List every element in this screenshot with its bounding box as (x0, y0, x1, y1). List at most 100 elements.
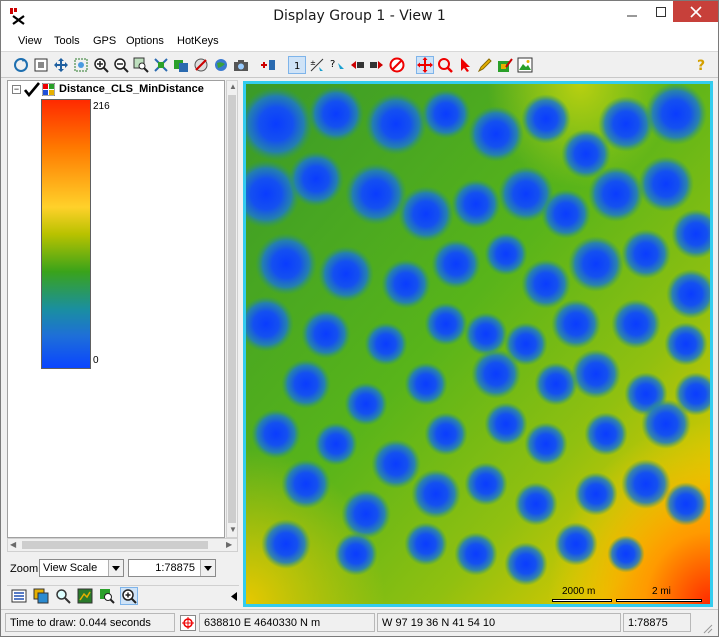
imperial-scale-bar: 2 mi (616, 586, 702, 602)
collapse-toggle[interactable]: − (12, 85, 21, 94)
pan-button[interactable] (52, 56, 70, 74)
proximity-spot (598, 96, 654, 152)
proximity-spot (521, 259, 571, 309)
map-icon (77, 588, 93, 604)
proximity-spot (431, 239, 481, 289)
scale-select[interactable]: 1:78875 (128, 559, 216, 577)
proximity-spot (664, 482, 708, 526)
proximity-spot (308, 86, 364, 142)
maximize-button[interactable] (647, 1, 675, 23)
minimize-button[interactable] (618, 1, 646, 23)
pointer-tool-button[interactable] (456, 56, 474, 74)
redraw-button[interactable] (12, 56, 30, 74)
back-arrow-icon (351, 61, 364, 69)
zoom-extent-icon (74, 58, 88, 72)
proximity-spot (484, 232, 528, 276)
locate-icon (194, 58, 208, 72)
image-tool-button[interactable] (516, 56, 534, 74)
map-view[interactable]: 2000 m 2 mi (243, 81, 713, 607)
menu-options[interactable]: Options (126, 35, 164, 47)
zoom-out-button[interactable] (112, 56, 130, 74)
layer-name[interactable]: Distance_CLS_MinDistance (59, 83, 204, 95)
scroll-up-icon[interactable]: ▲ (229, 82, 237, 91)
scroll-thumb[interactable] (228, 95, 236, 523)
find-button[interactable] (54, 587, 72, 605)
layer-controls-button[interactable] (32, 587, 50, 605)
globe-icon (215, 59, 227, 71)
maximize-icon (656, 7, 666, 17)
add-layer-button[interactable] (259, 56, 277, 74)
proximity-spot (621, 459, 671, 509)
menu-hotkeys[interactable]: HotKeys (177, 35, 219, 47)
menu-tools[interactable]: Tools (54, 35, 80, 47)
zoom-box-button[interactable] (132, 56, 150, 74)
stop-button[interactable] (388, 56, 406, 74)
forward-arrow-icon (370, 61, 383, 69)
back-button[interactable] (348, 56, 366, 74)
full-view-button[interactable] (32, 56, 50, 74)
scroll-down-icon[interactable]: ▼ (229, 525, 237, 534)
proximity-spot (318, 246, 374, 302)
globe-button[interactable] (212, 56, 230, 74)
legend-panel: − Distance_CLS_MinDistance 216 0 (7, 80, 225, 538)
proximity-spot (341, 489, 391, 539)
position-button[interactable] (180, 615, 196, 631)
proximity-spot (468, 106, 524, 162)
sketch-tool-button[interactable] (476, 56, 494, 74)
zoom-layer-button[interactable] (152, 56, 170, 74)
layers-icon (33, 588, 49, 604)
layer-visibility-check-icon[interactable] (24, 82, 40, 97)
proximity-spot (571, 349, 621, 399)
chevron-down-icon[interactable] (108, 560, 123, 576)
collapse-panel-button[interactable] (229, 587, 239, 605)
zoom-in-button[interactable] (92, 56, 110, 74)
snapshot-button[interactable] (232, 56, 250, 74)
edit-tool-button[interactable] (496, 56, 514, 74)
menu-view[interactable]: View (18, 35, 42, 47)
proximity-spot (251, 409, 301, 459)
proximity-spot (381, 259, 431, 309)
close-button[interactable] (673, 1, 718, 22)
zoom-to-layer-button[interactable] (98, 587, 116, 605)
zoom-extent-button[interactable] (72, 56, 90, 74)
distance-raster[interactable] (246, 84, 710, 604)
proximity-spot (534, 362, 578, 406)
legend-vertical-scrollbar[interactable]: ▲ ▼ (226, 80, 238, 538)
select-layer-button[interactable]: 1 (288, 56, 306, 74)
scale-value: 1:78875 (155, 562, 195, 574)
imperial-scale-label: 2 mi (652, 586, 671, 597)
query-button[interactable]: ? (328, 56, 346, 74)
zoom-label: Zoom (10, 563, 39, 575)
proximity-spot (471, 349, 521, 399)
hscroll-thumb[interactable] (22, 541, 208, 549)
utm-coordinates: 638810 E 4640330 N m (199, 613, 375, 632)
chevron-down-icon[interactable] (200, 560, 215, 576)
proximity-spot (484, 402, 528, 446)
resize-grip-icon[interactable] (701, 622, 713, 634)
scroll-right-icon[interactable]: ▶ (226, 540, 232, 549)
move-cross-icon (417, 57, 433, 73)
proximity-spot (424, 412, 468, 456)
forward-button[interactable] (368, 56, 386, 74)
measure-button[interactable]: ± (308, 56, 326, 74)
proximity-spot (454, 532, 498, 576)
proximity-spot (641, 399, 691, 449)
zoom-selected-button[interactable] (120, 587, 138, 605)
window-title: Display Group 1 - View 1 (273, 8, 446, 24)
locate-button[interactable] (192, 56, 210, 74)
map-layout-button[interactable] (76, 587, 94, 605)
svg-text:?: ? (697, 58, 705, 73)
help-button[interactable]: ? (693, 56, 711, 74)
zoom-tool-button[interactable] (436, 56, 454, 74)
pan-tool-button[interactable] (416, 56, 434, 74)
svg-text:?: ? (330, 59, 335, 70)
proximity-spot (255, 233, 317, 295)
menu-gps[interactable]: GPS (93, 35, 116, 47)
magnifier-icon (56, 589, 71, 604)
layer-list-button[interactable] (10, 587, 28, 605)
scroll-left-icon[interactable]: ◀ (10, 540, 16, 549)
zoom-mode-select[interactable]: View Scale (39, 559, 124, 577)
legend-horizontal-scrollbar[interactable]: ◀ ▶ (7, 538, 238, 552)
main-toolbar: 1 ± ? ? (1, 53, 718, 78)
zoom-previous-button[interactable] (172, 56, 190, 74)
